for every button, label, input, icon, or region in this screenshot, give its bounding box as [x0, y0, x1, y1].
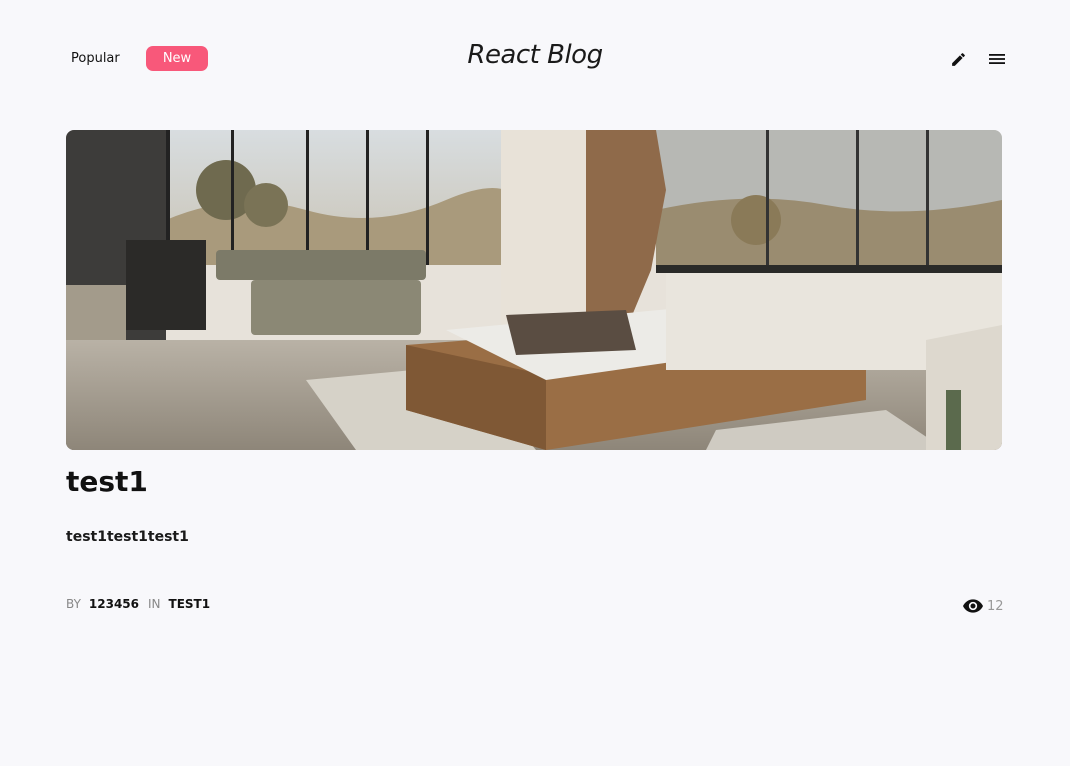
post-title[interactable]: test1: [66, 465, 148, 498]
author-link[interactable]: 123456: [89, 597, 139, 611]
eye-icon: [963, 599, 983, 613]
in-label: IN: [148, 597, 161, 611]
menu-icon: [989, 54, 1005, 64]
post-excerpt: test1test1test1: [66, 529, 189, 545]
pencil-icon: [951, 52, 965, 66]
post-image[interactable]: [66, 130, 1002, 450]
header: Popular New React Blog: [0, 0, 1070, 120]
bedroom-photo: [66, 130, 1002, 450]
menu-button[interactable]: [985, 47, 1009, 71]
post-meta: BY 123456 IN TEST1: [66, 597, 210, 611]
blog-title[interactable]: React Blog: [0, 40, 1070, 70]
category-link[interactable]: TEST1: [169, 597, 211, 611]
view-count-value: 12: [987, 598, 1004, 614]
write-post-button[interactable]: [946, 47, 970, 71]
view-count: 12: [963, 596, 1004, 616]
by-label: BY: [66, 597, 81, 611]
